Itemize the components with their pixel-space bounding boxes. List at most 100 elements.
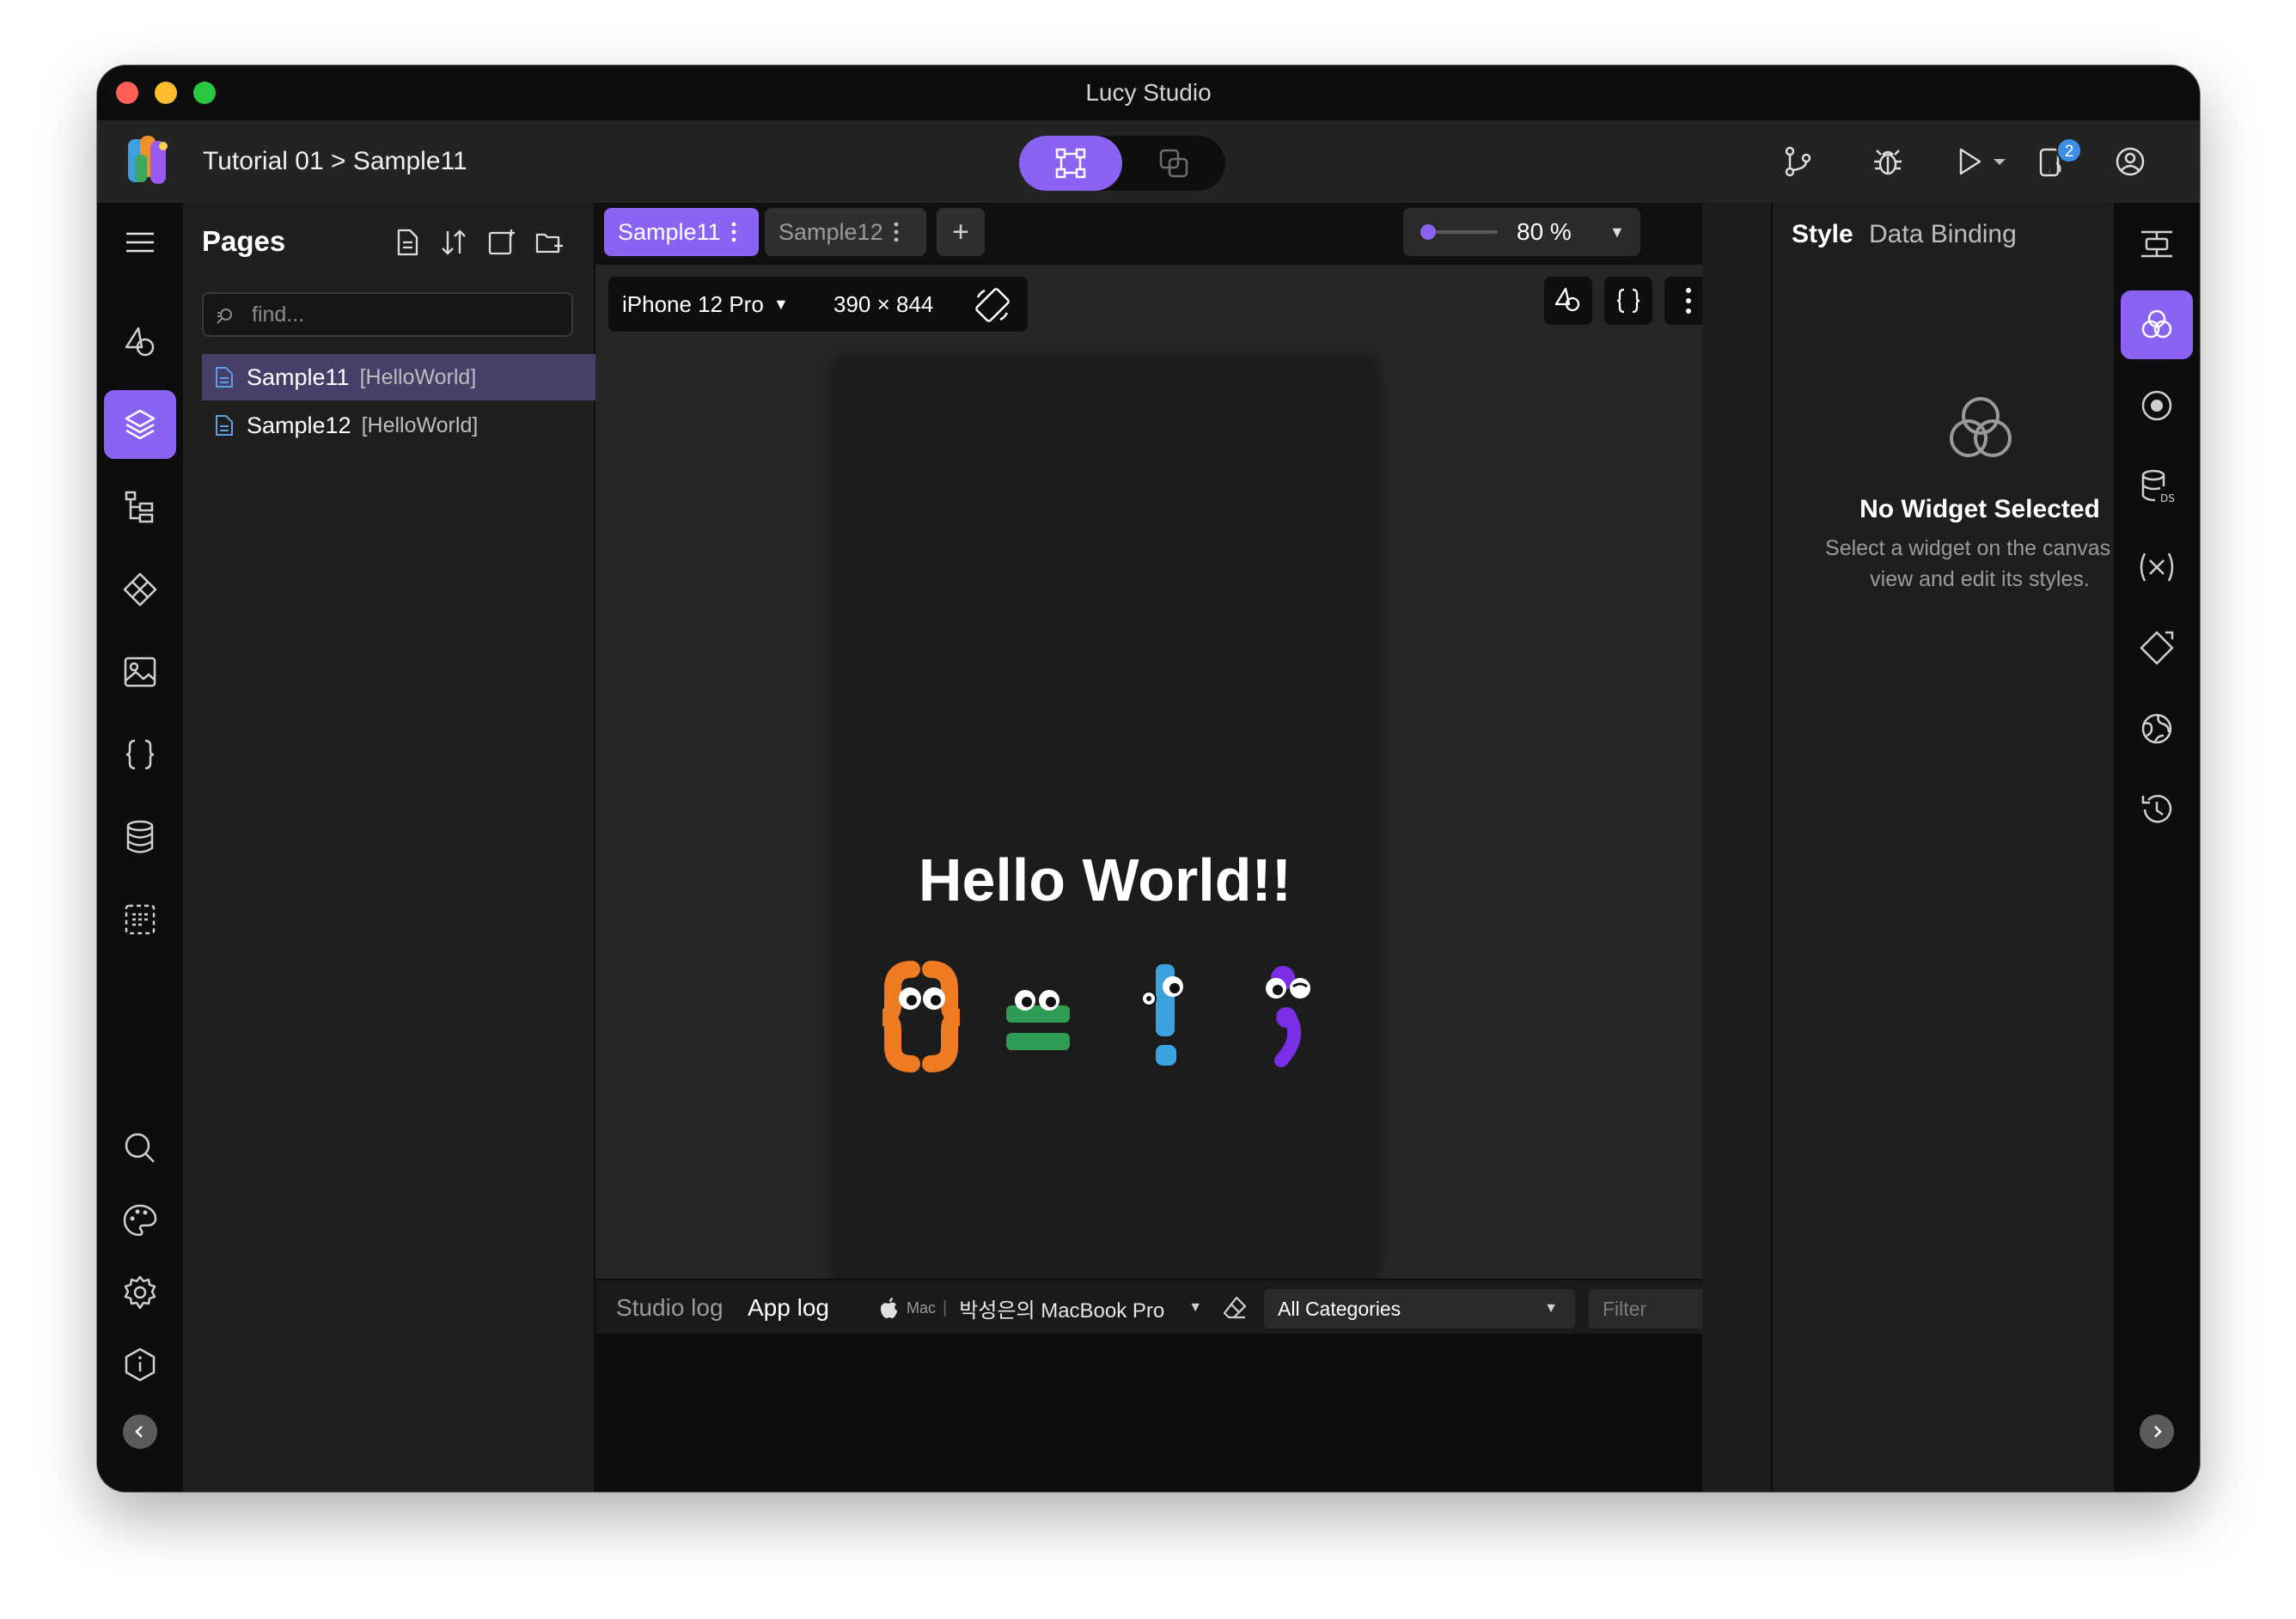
menu-icon — [126, 232, 154, 253]
debug-button[interactable] — [1867, 141, 1908, 182]
category-value: All Categories — [1278, 1298, 1401, 1320]
image-icon — [124, 657, 156, 687]
style-panel-button[interactable] — [2121, 290, 2193, 359]
log-toolbar: Studio log App log Mac | 박성은의 MacBook Pr… — [595, 1279, 1709, 1335]
actions-button[interactable] — [2121, 614, 2193, 682]
page-item-sample11[interactable]: Sample11 [HelloWorld] — [202, 354, 595, 400]
category-select[interactable]: All Categories ▼ — [1264, 1289, 1575, 1329]
localization-button[interactable] — [2121, 694, 2193, 763]
tab-sample11[interactable]: Sample11 — [604, 208, 759, 256]
tab-label: Sample11 — [618, 218, 721, 245]
add-frame-icon — [488, 229, 515, 255]
widgets-button[interactable] — [104, 308, 176, 376]
user-circle-icon — [2116, 147, 2145, 176]
add-folder-button[interactable] — [532, 225, 566, 260]
title-bar: Lucy Studio — [97, 65, 2200, 120]
database-button[interactable] — [104, 803, 176, 871]
database-icon — [126, 820, 154, 853]
device-selector[interactable]: iPhone 12 Pro ▼ 390 × 844 — [608, 277, 1028, 332]
canvas-widgets-button[interactable] — [1544, 277, 1592, 325]
collapse-left-button[interactable] — [123, 1414, 157, 1449]
align-panel-button[interactable] — [2121, 210, 2193, 278]
data-list-button[interactable] — [104, 885, 176, 954]
svg-text:DS: DS — [2160, 492, 2175, 504]
page-item-sample12[interactable]: Sample12 [HelloWorld] — [202, 402, 595, 449]
datasource-button[interactable]: DS — [2121, 452, 2193, 521]
search-icon — [217, 309, 232, 324]
run-button[interactable] — [1949, 141, 1990, 182]
bug-icon — [1874, 150, 1902, 175]
search-button[interactable] — [104, 1114, 176, 1182]
rotate-device-icon[interactable] — [973, 285, 1012, 325]
settings-button[interactable] — [104, 1258, 176, 1327]
zoom-dropdown[interactable]: ▼ — [1609, 208, 1625, 256]
log-output — [595, 1334, 1702, 1492]
more-vertical-icon — [1686, 288, 1691, 314]
info-button[interactable] — [104, 1330, 176, 1399]
record-icon — [2141, 390, 2172, 421]
page-file-icon — [216, 415, 233, 436]
design-mode-button[interactable] — [1019, 136, 1122, 191]
platform-label: Mac — [907, 1298, 937, 1317]
preview-mode-button[interactable] — [1122, 136, 1225, 191]
mascot-characters-image — [882, 961, 1310, 1072]
zoom-value: 80 % — [1517, 218, 1572, 245]
info-icon — [125, 1347, 156, 1382]
page-tabs-bar: Sample11 Sample12 + 80 % ▼ — [595, 203, 1702, 265]
new-page-button[interactable] — [390, 225, 424, 260]
canvas-code-button[interactable] — [1604, 277, 1652, 325]
style-icon — [2141, 309, 2172, 339]
assets-button[interactable] — [104, 638, 176, 706]
page-search-input[interactable] — [202, 292, 573, 337]
log-device-name: 박성은의 MacBook Pro — [959, 1298, 1165, 1323]
window-title: Lucy Studio — [1085, 79, 1212, 106]
caret-down-icon — [1994, 159, 2006, 165]
more-vertical-icon[interactable] — [731, 221, 736, 243]
page-name: Sample12 — [247, 412, 351, 438]
tab-app-log[interactable]: App log — [748, 1280, 829, 1335]
log-device-selector[interactable]: Mac | 박성은의 MacBook Pro ▼ — [879, 1280, 1202, 1335]
tree-button[interactable] — [104, 473, 176, 541]
components-button[interactable] — [104, 555, 176, 624]
tab-studio-log[interactable]: Studio log — [616, 1280, 724, 1335]
layers-button[interactable] — [104, 390, 176, 459]
collapse-right-button[interactable] — [2140, 1414, 2174, 1449]
device-preview[interactable]: Hello World!! — [834, 359, 1376, 1279]
add-tab-button[interactable]: + — [937, 208, 985, 256]
zoom-control: 80 % ▼ — [1403, 208, 1640, 256]
account-button[interactable] — [2110, 141, 2151, 182]
frame-select-icon — [1055, 148, 1086, 179]
tab-data-binding[interactable]: Data Binding — [1869, 220, 2017, 249]
page-tag: [HelloWorld] — [361, 412, 479, 437]
breadcrumb[interactable]: Tutorial 01 > Sample11 — [203, 120, 467, 203]
add-frame-button[interactable] — [485, 225, 519, 260]
search-icon — [125, 1133, 155, 1163]
more-vertical-icon[interactable] — [894, 221, 899, 243]
record-button[interactable] — [2121, 371, 2193, 440]
run-options-button[interactable] — [1988, 141, 2012, 182]
collapse-right-icon — [2154, 1426, 2162, 1438]
zoom-slider-knob[interactable] — [1420, 224, 1436, 240]
widgets-icon — [125, 327, 155, 357]
code-icon — [1616, 288, 1640, 314]
empty-state-description: Select a widget on the canvas to view an… — [1825, 536, 2134, 591]
tab-label: Sample12 — [779, 218, 883, 245]
tab-sample12[interactable]: Sample12 — [765, 208, 926, 256]
variable-icon — [2140, 553, 2174, 582]
page-tag: [HelloWorld] — [359, 364, 477, 389]
theme-button[interactable] — [104, 1186, 176, 1255]
variables-button[interactable] — [2121, 533, 2193, 602]
branch-button[interactable] — [1777, 141, 1818, 182]
pages-panel: Pages find... Sample11 [HelloWorld] Samp… — [183, 203, 595, 1492]
code-button[interactable] — [104, 720, 176, 789]
log-filter-input[interactable]: Filter — [1589, 1289, 1709, 1329]
history-button[interactable] — [2121, 775, 2193, 844]
palette-icon — [123, 1204, 157, 1237]
layers-icon — [125, 409, 156, 440]
sort-pages-button[interactable] — [437, 225, 471, 260]
clear-log-button[interactable] — [1221, 1294, 1249, 1326]
add-folder-icon — [535, 233, 563, 254]
editor-canvas: Sample11 Sample12 + 80 % ▼ iPhone 12 Pro — [595, 203, 1713, 1492]
menu-button[interactable] — [104, 208, 176, 277]
tab-style[interactable]: Style — [1792, 220, 1853, 249]
